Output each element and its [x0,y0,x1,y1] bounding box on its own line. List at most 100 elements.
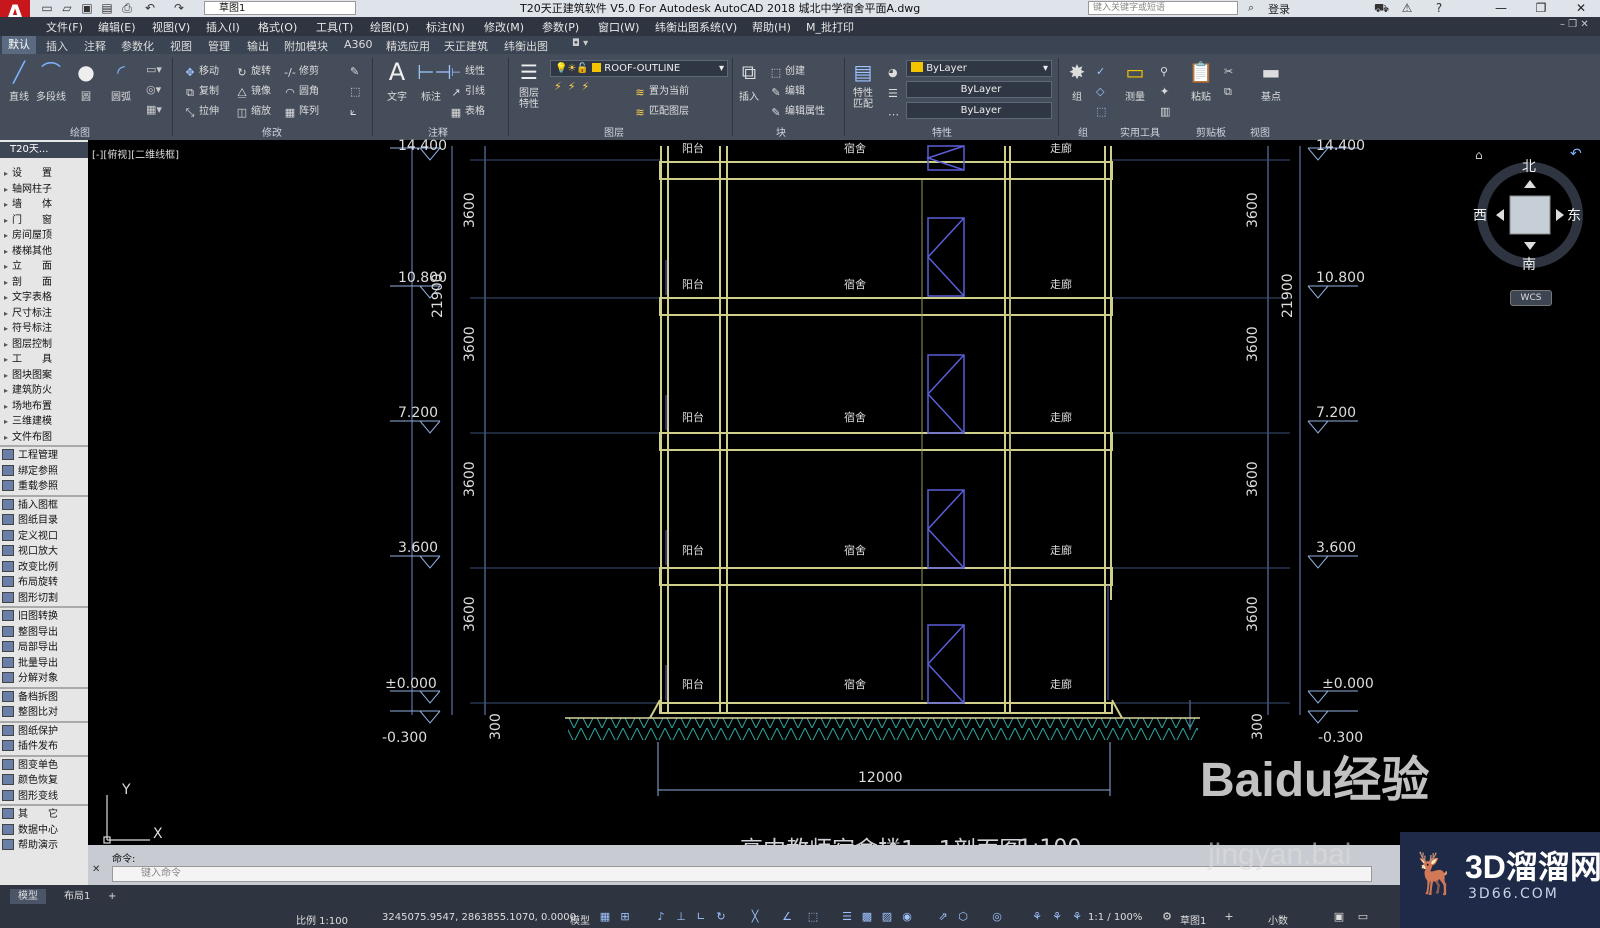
lineweight-icon[interactable]: ☰ [840,910,854,924]
isodraft-icon[interactable]: ╳ [748,910,762,924]
deer-icon: 🦌 [1410,851,1460,897]
floor-height-dim-left: 3600 [462,461,478,497]
object-snap-tracking-icon[interactable]: ∠ [780,910,794,924]
workspace-switch[interactable]: 草图1 [1180,912,1206,927]
workspace-gear-icon[interactable]: ⚙ [1160,910,1174,924]
jingyan-watermark: jingyan.bai [1208,838,1352,871]
ucs-y-label: Y [122,782,131,798]
level-label-left: -0.300 [382,730,428,746]
ucs-x-label: X [153,826,163,842]
viewcube-east[interactable]: 东 [1567,205,1581,225]
clean-screen-icon[interactable]: ▭ [1356,910,1370,924]
3d-osnap-icon[interactable]: ◉ [900,910,914,924]
level-marker-right [1307,285,1329,299]
railings [665,260,1109,700]
ortho-icon[interactable]: ∟ [694,910,708,924]
3d66-brand-url: 3D66.COM [1468,886,1559,902]
ucs-icon [103,795,150,844]
grid-icon[interactable]: ▦ [598,910,612,924]
level-label-right: 14.400 [1316,138,1365,154]
level-label-right: 7.200 [1316,405,1357,421]
door-swing [926,354,965,434]
cursor-coordinates: 3245075.9547, 2863855.1070, 0.0000 [382,912,577,923]
room-label-corridor: 走廊 [1050,411,1072,424]
tab-model[interactable]: 模型 [10,889,46,904]
auto-scale-icon[interactable]: ⚘ [1050,910,1064,924]
room-label-balcony: 阳台 [682,544,704,557]
door [927,489,965,569]
transparency-icon[interactable]: ▩ [860,910,874,924]
viewcube-south[interactable]: 南 [1522,254,1536,274]
total-height-dim-left: 21900 [430,273,446,318]
level-marker-left [419,710,441,724]
width-dimension-text: 12000 [858,770,903,786]
room-label-balcony: 阳台 [682,278,704,291]
level-extension-lines [470,159,1290,704]
units-dropdown[interactable]: 小数 [1268,912,1288,927]
selection-filter-icon[interactable]: ⬡ [956,910,970,924]
annotation-scale-icon[interactable]: ⚘ [1070,910,1084,924]
floor-height-dim-left: 3600 [462,596,478,632]
room-label-dorm: 宿舍 [844,544,866,557]
level-label-right: 3.600 [1316,540,1357,556]
floor-height-dim-left: 3600 [462,192,478,228]
floor-height-dim-right: 3600 [1245,461,1261,497]
command-input[interactable]: 键入命令 [112,866,1372,882]
room-label-corridor: 走廊 [1050,544,1072,557]
level-marker-right [1307,420,1329,434]
width-dimension-line [657,742,1111,796]
room-label-corridor: 走廊 [1050,678,1072,691]
door [927,217,965,297]
room-label-corridor: 走廊 [1050,278,1072,291]
tab-layout1[interactable]: 布局1 [56,889,98,904]
floor-height-dim-left: 3600 [462,326,478,362]
level-marker-right [1307,710,1329,724]
object-snap-icon[interactable]: ⬚ [806,910,820,924]
doors [925,145,965,704]
left-dimension-lines [411,146,1301,730]
command-history: 命令: [112,854,136,865]
snap-icon[interactable]: ⊞ [618,910,632,924]
annotation-scale[interactable]: 比例 1:100 [296,912,348,927]
infer-constraints-icon[interactable]: ♪ [654,910,668,924]
floor-height-dim-right: 3600 [1245,326,1261,362]
level-label-left: 3.600 [398,540,439,556]
base-dim-right: 300 [1250,713,1266,740]
door-swing [926,217,965,297]
selection-cycling-icon[interactable]: ▨ [880,910,894,924]
quick-properties-icon[interactable]: ▣ [1332,910,1346,924]
command-close-icon[interactable]: ✕ [92,864,100,875]
level-label-right: ±0.000 [1322,676,1374,692]
room-label-balcony: 阳台 [682,142,704,155]
model-space-toggle[interactable]: 模型 [570,912,590,927]
3d66-brand-name: 3D溜溜网 [1465,849,1600,885]
rotate-view-icon[interactable]: ↶ [1570,146,1582,162]
total-height-dim-right: 21900 [1280,273,1296,318]
level-label-left: 7.200 [398,405,439,421]
dynamic-input-icon[interactable]: ⊥ [674,910,688,924]
dynamic-ucs-icon[interactable]: ⇗ [936,910,950,924]
add-layout-icon[interactable]: + [100,889,124,904]
room-label-balcony: 阳台 [682,678,704,691]
base-dim-left: 300 [488,713,504,740]
annotation-visibility-icon[interactable]: ⚘ [1030,910,1044,924]
room-label-dorm: 宿舍 [844,411,866,424]
viewcube-west[interactable]: 西 [1473,205,1487,225]
room-label-corridor: 走廊 [1050,142,1072,155]
viewcube-north[interactable]: 北 [1522,156,1536,176]
interior-walls [921,180,1011,700]
level-label-right: 10.800 [1316,270,1365,286]
level-label-left: ±0.000 [385,676,437,692]
wcs-dropdown[interactable]: WCS [1510,290,1552,306]
door-swing [926,624,965,704]
gizmo-icon[interactable]: ◎ [990,910,1004,924]
annotation-monitor-icon[interactable]: + [1222,910,1236,924]
level-marker-left [419,420,441,434]
level-marker-left [419,690,441,704]
baidu-watermark: Baidu经验 [1200,754,1430,807]
building-section [649,146,1123,719]
floor-height-dim-right: 3600 [1245,192,1261,228]
door [927,354,965,434]
polar-icon[interactable]: ↻ [714,910,728,924]
annotation-scale-dropdown[interactable]: 1:1 / 100% [1088,912,1142,923]
